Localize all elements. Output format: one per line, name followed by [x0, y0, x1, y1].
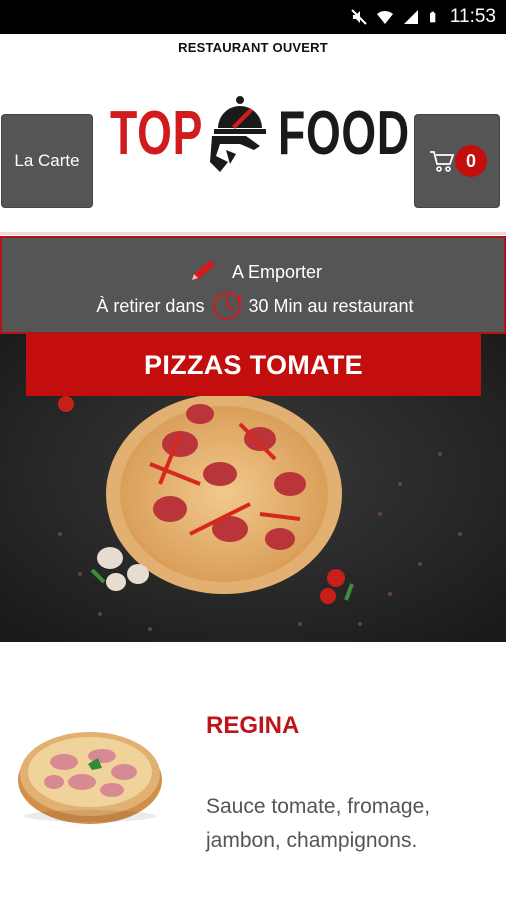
menu-button[interactable]: La Carte [1, 114, 93, 208]
pickup-time-line: À retirer dans 30 Min au restaurant [2, 290, 506, 322]
logo-text-food: FOOD [278, 99, 410, 168]
mute-icon [351, 9, 367, 25]
order-mode-line: A Emporter [2, 258, 506, 284]
battery-icon [429, 11, 436, 23]
pickup-time: 30 Min au restaurant [248, 296, 414, 316]
status-icons: 11:53 [350, 0, 496, 34]
cart-icon [430, 151, 455, 172]
order-mode-label: A Emporter [231, 262, 323, 282]
header-divider [0, 232, 506, 235]
restaurant-status-notice: RESTAURANT OUVERT [178, 40, 328, 55]
logo: TOP FOOD [110, 92, 409, 182]
clock-icon [213, 292, 243, 320]
regina-pizza-image[interactable] [14, 720, 166, 830]
pickup-prefix: À retirer dans [96, 296, 205, 316]
product-description: Sauce tomate, fromage, jambon, champigno… [206, 795, 431, 852]
category-hero-image: PIZZAS TOMATE [0, 334, 506, 642]
status-time: 11:53 [449, 6, 496, 27]
category-title: PIZZAS TOMATE [26, 334, 481, 396]
order-mode-panel[interactable]: A Emporter À retirer dans 30 Min au rest… [0, 236, 506, 334]
signal-icon [403, 10, 418, 24]
status-bar: 11:53 [0, 0, 506, 34]
logo-text-top: TOP [110, 99, 204, 168]
product-name[interactable]: REGINA [206, 712, 299, 740]
cart-count-badge: 0 [455, 145, 487, 177]
cart-button[interactable]: 0 [414, 114, 500, 208]
cloche-hand-icon [210, 96, 266, 172]
pencil-icon [191, 260, 215, 280]
wifi-icon [376, 10, 393, 24]
